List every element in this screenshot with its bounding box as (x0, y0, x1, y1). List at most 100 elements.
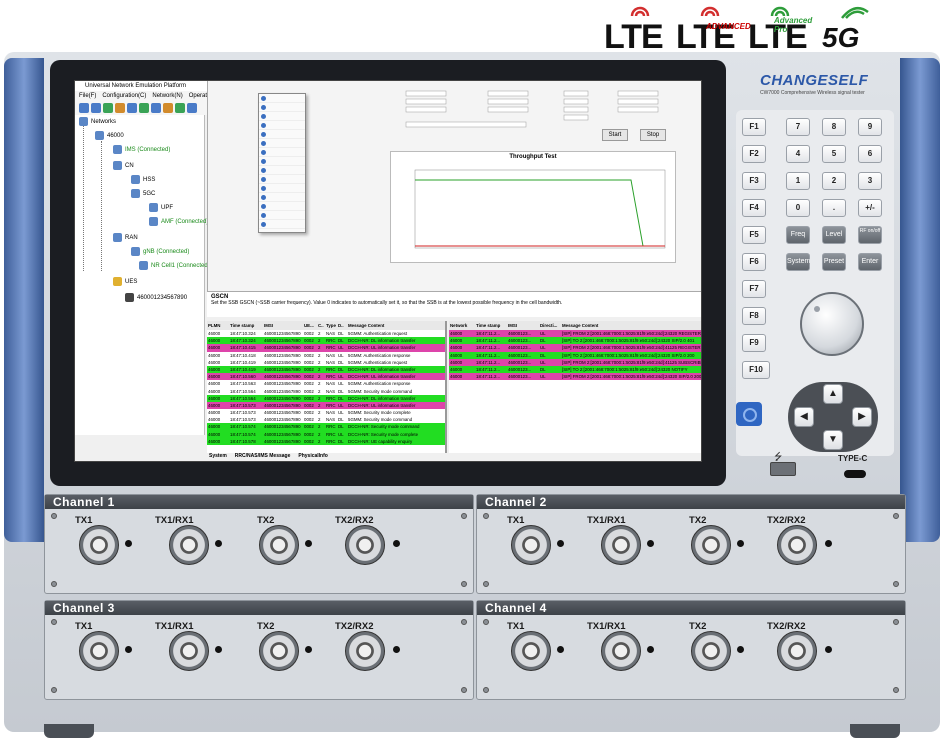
tree-node-plmn[interactable]: 46000 (95, 131, 124, 140)
table-row[interactable]: 46000 18:47:11.2... 46000123... UL [SIP] FRO… (449, 358, 701, 366)
tree-node-ran[interactable]: RAN (113, 233, 138, 242)
enter-key[interactable]: Enter (858, 253, 882, 271)
key-1[interactable]: 1 (786, 172, 810, 190)
menu-option[interactable] (259, 94, 305, 103)
key-8[interactable]: 8 (822, 118, 846, 136)
tree-node-upf[interactable]: UPF (149, 203, 173, 212)
monitor-icon[interactable] (151, 103, 161, 113)
table-row[interactable]: 46000 18:47:11.2... 46000123... DL [SIP] TO … (449, 351, 701, 359)
table-row[interactable]: 46000 18:47:10.324 460001234567890 0002 2 RRC… (207, 337, 445, 345)
table-row[interactable]: 46000 18:47:10.573 460001234567890 0002 2 RRC… (207, 401, 445, 410)
usb-port[interactable] (770, 462, 796, 476)
tab-rrc-nas-ims[interactable]: RRC/NAS/IMS Message (235, 453, 291, 461)
key-dot[interactable]: . (822, 199, 846, 217)
key-7[interactable]: 7 (786, 118, 810, 136)
menu-option[interactable] (259, 184, 305, 193)
start-button[interactable]: Start (602, 129, 628, 141)
tree-node-networks[interactable]: Networks (79, 117, 116, 126)
network-icon[interactable] (127, 103, 137, 113)
f6-key[interactable]: F6 (742, 253, 766, 271)
col-message[interactable]: Message Content (347, 321, 445, 330)
table-row[interactable]: 46000 18:47:10.415 460001234567890 0002 2 RRC… (207, 344, 445, 352)
rf-connector[interactable] (777, 631, 817, 671)
rf-connector[interactable] (259, 631, 299, 671)
menu-option[interactable] (259, 121, 305, 130)
table-row[interactable]: 46000 18:47:10.573 460001234567890 0002 2 NAS… (207, 409, 445, 417)
rf-on-off-key[interactable]: RF on/off (858, 226, 882, 244)
menu-configuration[interactable]: Configuration(C) (102, 91, 146, 101)
f1-key[interactable]: F1 (742, 118, 766, 136)
save-icon[interactable] (91, 103, 101, 113)
table-row[interactable]: 46000 18:47:10.419 460001234567890 0002 2 NAS… (207, 358, 445, 366)
f5-key[interactable]: F5 (742, 226, 766, 244)
tree-node-gnb[interactable]: gNB (Connected) (131, 247, 189, 256)
menu-option[interactable] (259, 139, 305, 148)
left-arrow-key[interactable]: ◀ (794, 407, 814, 427)
preset-key[interactable]: Preset (822, 253, 846, 271)
system-key[interactable]: System (786, 253, 810, 271)
col-network[interactable]: Network (449, 321, 475, 330)
tab-physical-info[interactable]: PhysicalInfo (298, 453, 327, 461)
rf-connector[interactable] (601, 525, 641, 565)
rf-connector[interactable] (79, 525, 119, 565)
touch-screen[interactable]: Universal Network Emulation Platform Fil… (74, 80, 702, 462)
tree-node-ims[interactable]: IMS (Connected) (113, 145, 170, 154)
menu-file[interactable]: File(F) (79, 91, 96, 101)
settings-icon[interactable] (103, 103, 113, 113)
rf-connector[interactable] (259, 525, 299, 565)
table-row[interactable]: 46000 18:47:10.563 460001234567890 0002 2 NAS… (207, 380, 445, 388)
key-2[interactable]: 2 (822, 172, 846, 190)
f3-key[interactable]: F3 (742, 172, 766, 190)
col-imsi[interactable]: IMSI (507, 321, 539, 330)
table-row[interactable]: 46000 18:47:10.564 460001234567890 0002 2 NAS… (207, 387, 445, 395)
table-row[interactable]: 46000 18:47:10.324 460001234567890 0002 2 NAS… (207, 330, 445, 338)
menu-option[interactable] (259, 112, 305, 121)
menu-option[interactable] (259, 193, 305, 202)
power-button[interactable] (736, 402, 762, 426)
table-row[interactable]: 46000 18:47:11.2... 46000123... UL [SIP] FRO… (449, 373, 701, 381)
rf-connector[interactable] (511, 631, 551, 671)
f10-key[interactable]: F10 (742, 361, 770, 379)
rf-connector[interactable] (511, 525, 551, 565)
menu-option[interactable] (259, 148, 305, 157)
key-plus-minus[interactable]: +/- (858, 199, 882, 217)
key-6[interactable]: 6 (858, 145, 882, 163)
menu-option[interactable] (259, 157, 305, 166)
col-type[interactable]: Type (325, 321, 337, 330)
menu-option[interactable] (259, 202, 305, 211)
col-c[interactable]: C.. (317, 321, 325, 330)
menu-option[interactable] (259, 175, 305, 184)
folder-icon[interactable] (79, 103, 89, 113)
tree-node-amf[interactable]: AMF (Connected) (149, 217, 208, 226)
rf-connector[interactable] (169, 631, 209, 671)
table-row[interactable]: 46000 18:47:11.2... 46000123... UL [SIP] FRO… (449, 344, 701, 352)
play-icon[interactable] (115, 103, 125, 113)
table-row[interactable]: 46000 18:47:10.573 460001234567890 0002 2 NAS… (207, 416, 445, 424)
chart-icon[interactable] (163, 103, 173, 113)
test-icon[interactable] (187, 103, 197, 113)
tree-node-ues[interactable]: UES (113, 277, 137, 286)
level-key[interactable]: Level (822, 226, 846, 244)
key-0[interactable]: 0 (786, 199, 810, 217)
rf-connector[interactable] (79, 631, 119, 671)
menu-option[interactable] (259, 220, 305, 229)
col-timestamp[interactable]: Time stamp (475, 321, 507, 330)
table-row[interactable]: 46000 18:47:10.419 460001234567890 0002 2 RRC… (207, 365, 445, 374)
down-arrow-key[interactable]: ▼ (823, 430, 843, 450)
table-row[interactable]: 46000 18:47:10.560 460001234567890 0002 2 RRC… (207, 373, 445, 381)
table-row[interactable]: 46000 18:47:10.564 460001234567890 0002 2 RRC… (207, 394, 445, 402)
f9-key[interactable]: F9 (742, 334, 766, 352)
type-c-port[interactable] (844, 470, 866, 478)
table-row[interactable]: 46000 18:47:11.2... 46000123... DL [SIP] TO … (449, 365, 701, 374)
key-4[interactable]: 4 (786, 145, 810, 163)
tree-node-cn[interactable]: CN (113, 161, 134, 170)
menu-option[interactable] (259, 211, 305, 220)
key-9[interactable]: 9 (858, 118, 882, 136)
col-imsi[interactable]: IMSI (263, 321, 303, 330)
table-row[interactable]: 46000 18:47:10.574 460001234567890 0002 2 RRC… (207, 430, 445, 438)
stop-button[interactable]: Stop (640, 129, 666, 141)
tree-node-nr-cell[interactable]: NR Cell1 (Connected) (139, 261, 210, 270)
col-timestamp[interactable]: Time stamp (229, 321, 263, 330)
rf-connector[interactable] (777, 525, 817, 565)
gear-icon[interactable] (139, 103, 149, 113)
